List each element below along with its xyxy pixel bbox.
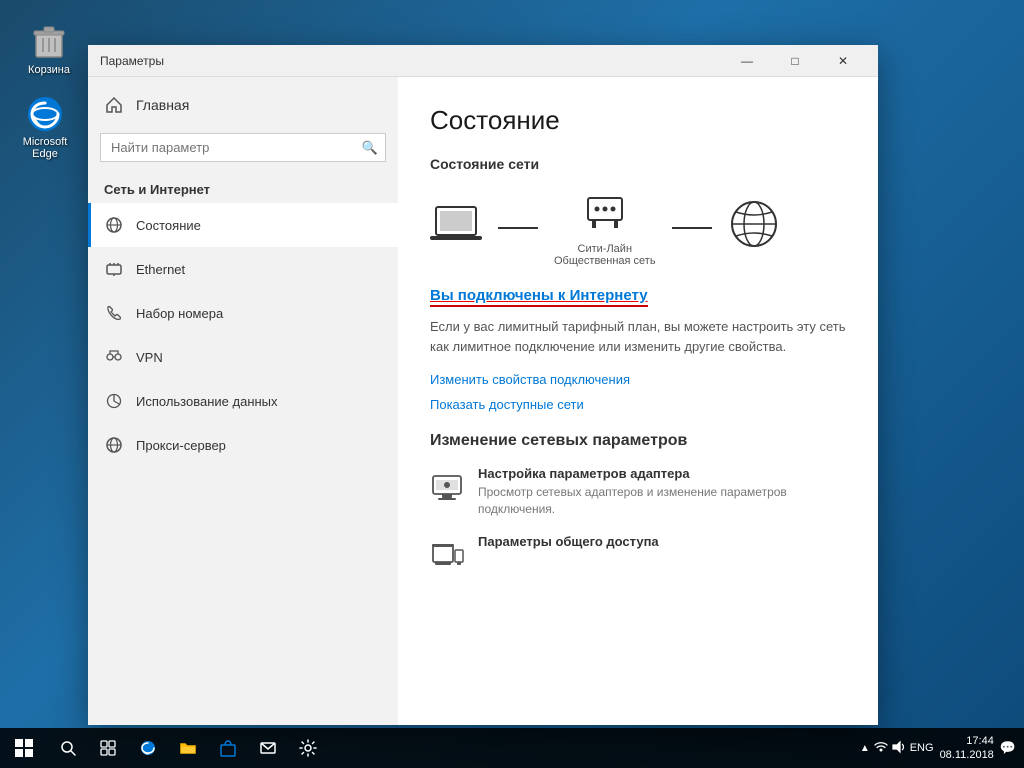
- taskbar-store-button[interactable]: [208, 728, 248, 768]
- taskbar: ▲ ENG 17:44 08.11: [0, 728, 1024, 768]
- adapter-settings-icon: [430, 468, 464, 509]
- internet-device: [728, 198, 780, 257]
- change-settings-title: Изменение сетевых параметров: [430, 432, 846, 450]
- chevron-up-icon[interactable]: ▲: [860, 743, 870, 754]
- clock[interactable]: 17:44 08.11.2018: [940, 734, 994, 763]
- page-title: Состояние: [430, 105, 846, 136]
- sidebar-item-data-usage-label: Использование данных: [136, 394, 278, 409]
- sidebar-item-status[interactable]: Состояние: [88, 203, 398, 247]
- net-line-2: [672, 227, 712, 229]
- adapter-settings-content: Настройка параметров адаптера Просмотр с…: [478, 466, 838, 518]
- sidebar-item-status-label: Состояние: [136, 218, 201, 233]
- taskview-button[interactable]: [88, 728, 128, 768]
- sidebar-search-container: 🔍: [100, 133, 386, 162]
- proxy-nav-icon: [104, 435, 124, 455]
- search-icon: 🔍: [362, 140, 378, 156]
- network-diagram: Сити-Лайн Общественная сеть: [430, 188, 846, 267]
- sidebar-item-vpn[interactable]: VPN: [88, 335, 398, 379]
- taskbar-mail-button[interactable]: [248, 728, 288, 768]
- lang-label: ENG: [910, 742, 934, 754]
- adapter-settings-title: Настройка параметров адаптера: [478, 466, 838, 481]
- sharing-settings-icon: [430, 536, 464, 577]
- time-label: 17:44: [966, 734, 994, 748]
- settings-window: Параметры — □ ✕ Главная: [88, 45, 878, 725]
- desktop: Корзина MicrosoftEdge Параметры — □ ✕: [0, 0, 1024, 768]
- date-label: 08.11.2018: [940, 748, 994, 762]
- dialup-nav-icon: [104, 303, 124, 323]
- start-button[interactable]: [0, 728, 48, 768]
- adapter-settings-item[interactable]: Настройка параметров адаптера Просмотр с…: [430, 466, 846, 518]
- window-body: Главная 🔍 Сеть и Интернет: [88, 77, 878, 725]
- sidebar-item-proxy[interactable]: Прокси-сервер: [88, 423, 398, 467]
- home-icon: [104, 95, 124, 115]
- close-button[interactable]: ✕: [820, 45, 866, 77]
- minimize-button[interactable]: —: [724, 45, 770, 77]
- sidebar-item-vpn-label: VPN: [136, 350, 163, 365]
- adapter-settings-desc: Просмотр сетевых адаптеров и изменение п…: [478, 484, 838, 518]
- vpn-nav-icon: [104, 347, 124, 367]
- volume-tray-icon: [892, 740, 906, 757]
- edge-desktop-icon[interactable]: MicrosoftEdge: [10, 90, 80, 164]
- search-input[interactable]: [100, 133, 386, 162]
- laptop-device: [430, 203, 482, 252]
- sidebar-item-data-usage[interactable]: Использование данных: [88, 379, 398, 423]
- sidebar-home-button[interactable]: Главная: [88, 85, 398, 125]
- sidebar-item-dialup[interactable]: Набор номера: [88, 291, 398, 335]
- taskbar-right: ▲ ENG 17:44 08.11: [860, 734, 1024, 763]
- sharing-settings-title: Параметры общего доступа: [478, 534, 659, 549]
- show-networks-link[interactable]: Показать доступные сети: [430, 397, 846, 412]
- sidebar-item-dialup-label: Набор номера: [136, 306, 223, 321]
- taskbar-explorer-button[interactable]: [168, 728, 208, 768]
- ethernet-nav-icon: [104, 259, 124, 279]
- maximize-button[interactable]: □: [772, 45, 818, 77]
- network-status-subtitle: Состояние сети: [430, 156, 846, 172]
- sidebar: Главная 🔍 Сеть и Интернет: [88, 77, 398, 725]
- sharing-settings-item[interactable]: Параметры общего доступа: [430, 534, 846, 577]
- recycle-bin-icon[interactable]: Корзина: [14, 18, 84, 80]
- notification-icon[interactable]: 💬: [1000, 740, 1016, 756]
- status-nav-icon: [104, 215, 124, 235]
- router-device: Сити-Лайн Общественная сеть: [554, 188, 656, 267]
- sidebar-item-ethernet[interactable]: Ethernet: [88, 247, 398, 291]
- taskbar-search-button[interactable]: [48, 728, 88, 768]
- recycle-bin-label: Корзина: [28, 64, 70, 76]
- taskbar-edge-button[interactable]: [128, 728, 168, 768]
- network-tray-icon: [874, 740, 888, 757]
- edge-desktop-label: MicrosoftEdge: [23, 136, 68, 160]
- change-properties-link[interactable]: Изменить свойства подключения: [430, 372, 846, 387]
- sidebar-item-ethernet-label: Ethernet: [136, 262, 185, 277]
- taskbar-settings-button[interactable]: [288, 728, 328, 768]
- window-controls: — □ ✕: [724, 45, 866, 77]
- main-content: Состояние Состояние сети: [398, 77, 878, 725]
- title-bar: Параметры — □ ✕: [88, 45, 878, 77]
- info-text: Если у вас лимитный тарифный план, вы мо…: [430, 317, 846, 356]
- sharing-settings-content: Параметры общего доступа: [478, 534, 659, 552]
- system-tray-icons: ▲ ENG: [860, 740, 934, 757]
- sidebar-item-proxy-label: Прокси-сервер: [136, 438, 226, 453]
- sidebar-home-label: Главная: [136, 97, 189, 113]
- window-title: Параметры: [100, 54, 724, 68]
- net-line-1: [498, 227, 538, 229]
- provider-label: Сити-Лайн Общественная сеть: [554, 243, 656, 267]
- connected-status-text: Вы подключены к Интернету: [430, 287, 648, 307]
- data-usage-nav-icon: [104, 391, 124, 411]
- sidebar-section-title: Сеть и Интернет: [88, 170, 398, 203]
